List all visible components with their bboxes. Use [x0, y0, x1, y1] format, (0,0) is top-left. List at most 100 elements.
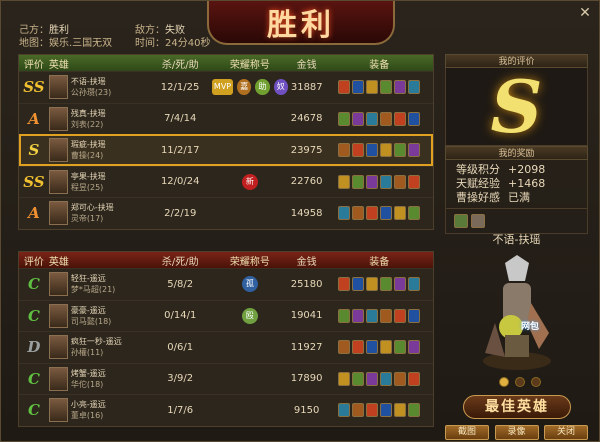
equipment-slot-icon[interactable] [366, 403, 379, 418]
hero-name: 司马懿(18) [70, 316, 112, 326]
match-info-right: 敌方：失败 时间：24分40秒 [135, 24, 210, 50]
avatar[interactable] [48, 303, 68, 328]
reward-item-icon[interactable] [471, 214, 485, 228]
avatar[interactable] [48, 335, 68, 360]
equipment-slot-icon[interactable] [338, 80, 351, 95]
equipment-slot-icon[interactable] [380, 403, 393, 418]
equipment-slot-icon[interactable] [366, 277, 379, 292]
equipment-slot-icon[interactable] [338, 143, 351, 158]
equipment-slot-icon[interactable] [352, 340, 365, 355]
equipment-slot-icon[interactable] [380, 206, 393, 221]
avatar[interactable] [48, 201, 68, 226]
equipment-slot-icon[interactable] [408, 143, 421, 158]
equipment-slot-icon[interactable] [338, 277, 351, 292]
player-name: 豪豪-遥远 司马懿(18) [71, 305, 111, 327]
player-row[interactable]: C 烤蟹-遥远 华佗(18) 3/9/2 17890 [19, 362, 433, 395]
player-row[interactable]: C 豪豪-遥远 司马懿(18) 0/14/1 殴 19041 [19, 299, 433, 332]
equipment-slot-icon[interactable] [394, 174, 407, 189]
equipment-slot-icon[interactable] [352, 80, 365, 95]
player-row[interactable]: SS 不语-扶瑶 公孙瓒(23) 12/1/25 MVP 嘉助奴 31887 [19, 71, 433, 103]
equipment-slot-icon[interactable] [408, 340, 421, 355]
equipment-slot-icon[interactable] [408, 277, 421, 292]
equipment-slot-icon[interactable] [394, 206, 407, 221]
equipment-slot-icon[interactable] [338, 371, 351, 386]
equipment-slot-icon[interactable] [338, 340, 351, 355]
equipment-slot-icon[interactable] [380, 143, 393, 158]
player-row[interactable]: S 瑕疵-扶瑶 曹操(24) 11/2/17 23975 [19, 134, 433, 166]
player-row[interactable]: A 残真-扶瑶 刘表(22) 7/4/14 24678 [19, 102, 433, 135]
player-row[interactable]: A 郑可心-扶瑶 灵帝(17) 2/2/19 14958 [19, 197, 433, 229]
equipment-slot-icon[interactable] [408, 403, 421, 418]
honor-badge-icon[interactable]: 孤 [241, 276, 258, 293]
avatar[interactable] [48, 169, 68, 194]
honor-badge-icon[interactable]: 奴 [273, 79, 288, 96]
player-row[interactable]: SS 亭果-扶瑶 程昱(25) 12/0/24 新 22760 [19, 165, 433, 198]
equipment-slot-icon[interactable] [366, 111, 379, 126]
avatar[interactable] [48, 272, 68, 297]
equipment-slot-icon[interactable] [352, 308, 365, 323]
equipment-slot-icon[interactable] [366, 174, 379, 189]
player-row[interactable]: D 疯狂一秒-遥远 孙權(11) 0/6/1 11927 [19, 331, 433, 363]
equipment-slot-icon[interactable] [366, 206, 379, 221]
equipment-slot-icon[interactable] [408, 80, 421, 95]
player-row[interactable]: C 轻狂-遥远 梦*马超(21) 5/8/2 孤 25180 [19, 268, 433, 300]
equipment-slot-icon[interactable] [352, 371, 365, 386]
equipment-slot-icon[interactable] [338, 174, 351, 189]
equipment-slot-icon[interactable] [352, 403, 365, 418]
equipment-slot-icon[interactable] [394, 371, 407, 386]
equipment-slot-icon[interactable] [380, 308, 393, 323]
equipment-slot-icon[interactable] [352, 206, 365, 221]
equipment-slot-icon[interactable] [380, 174, 393, 189]
honor-badge-icon[interactable]: 殴 [241, 307, 258, 324]
kda: 3/9/2 [167, 373, 194, 385]
equipment-slot-icon[interactable] [366, 371, 379, 386]
equipment-slot-icon[interactable] [366, 80, 379, 95]
equipment-slot-icon[interactable] [338, 308, 351, 323]
honor-badge-icon[interactable]: 嘉 [237, 79, 252, 96]
equipment-slot-icon[interactable] [352, 143, 365, 158]
equipment-slot-icon[interactable] [394, 111, 407, 126]
reward-item-icon[interactable] [454, 214, 468, 228]
avatar[interactable] [48, 138, 68, 163]
equipment-slot-icon[interactable] [394, 340, 407, 355]
equipment-slot-icon[interactable] [338, 403, 351, 418]
honor-badge-icon[interactable]: 助 [255, 79, 270, 96]
honor-badge-icon[interactable]: 新 [241, 173, 258, 190]
equipment-slot-icon[interactable] [380, 371, 393, 386]
equipment-slot-icon[interactable] [380, 277, 393, 292]
equipment-slot-icon[interactable] [408, 371, 421, 386]
equipment-slot-icon[interactable] [338, 206, 351, 221]
equipment-slot-icon[interactable] [408, 174, 421, 189]
equipment-slot-icon[interactable] [394, 308, 407, 323]
close-button[interactable]: 关闭 [544, 425, 588, 440]
grade-label: SS [23, 172, 45, 191]
equipment-slot-icon[interactable] [366, 143, 379, 158]
record-button[interactable]: 录像 [494, 425, 539, 440]
equipment-slot-icon[interactable] [380, 80, 393, 95]
equipment-slot-icon[interactable] [394, 403, 407, 418]
screenshot-button[interactable]: 截图 [445, 425, 489, 440]
equipment-slot-icon[interactable] [380, 111, 393, 126]
player-name-text: 残真-扶瑶 [70, 108, 106, 118]
equipment-slot-icon[interactable] [352, 277, 365, 292]
equipment-slot-icon[interactable] [352, 174, 365, 189]
equipment-slot-icon[interactable] [394, 277, 407, 292]
avatar[interactable] [48, 366, 68, 391]
equipment-slot-icon[interactable] [394, 80, 407, 95]
honor-badge-icon[interactable]: MVP [211, 79, 234, 96]
equipment-slot-icon[interactable] [394, 143, 407, 158]
equipment-slot-icon[interactable] [408, 111, 421, 126]
avatar[interactable] [48, 398, 68, 423]
equipment-slot-icon[interactable] [366, 308, 379, 323]
avatar[interactable] [48, 106, 68, 131]
equipment-slot-icon[interactable] [408, 308, 421, 323]
close-icon[interactable]: ✕ [577, 5, 593, 21]
equipment-slot-icon[interactable] [380, 340, 393, 355]
equipment-slot-icon[interactable] [352, 111, 365, 126]
player-row[interactable]: C 小亮-遥远 董卓(16) 1/7/6 9150 [19, 394, 433, 426]
equipment-slot-icon[interactable] [366, 340, 379, 355]
equipment [326, 403, 433, 418]
equipment-slot-icon[interactable] [408, 206, 421, 221]
equipment-slot-icon[interactable] [338, 111, 351, 126]
avatar[interactable] [48, 75, 68, 100]
